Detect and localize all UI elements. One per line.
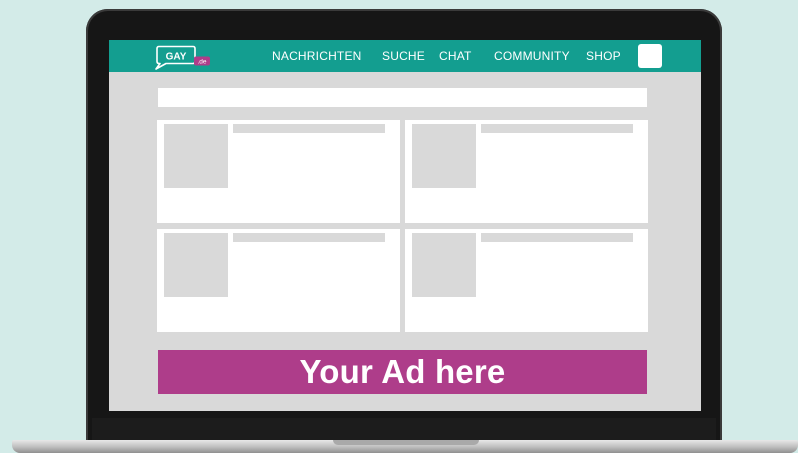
card-title-placeholder	[481, 124, 633, 133]
card-title-placeholder	[481, 233, 633, 242]
content-card[interactable]	[405, 120, 648, 223]
nav-menu-button[interactable]	[638, 44, 662, 68]
card-thumbnail	[164, 124, 228, 188]
speech-bubble-logo-icon[interactable]: GAY .de	[154, 44, 218, 70]
logo-text: GAY	[166, 52, 187, 63]
card-thumbnail	[412, 233, 476, 297]
laptop-screen: GAY .de NACHRICHTEN SUCHE CHAT COMMUNITY…	[109, 40, 701, 411]
nav-item-suche[interactable]: SUCHE	[382, 49, 425, 63]
ad-banner[interactable]: Your Ad here	[158, 350, 647, 394]
site-navbar: GAY .de NACHRICHTEN SUCHE CHAT COMMUNITY…	[109, 40, 701, 72]
nav-item-chat[interactable]: CHAT	[439, 49, 472, 63]
logo-badge-text: .de	[197, 59, 206, 66]
content-card[interactable]	[157, 229, 400, 332]
search-bar-placeholder[interactable]	[158, 88, 647, 107]
laptop-base-notch	[333, 440, 479, 445]
card-title-placeholder	[233, 233, 385, 242]
nav-item-shop[interactable]: SHOP	[586, 49, 621, 63]
nav-item-nachrichten[interactable]: NACHRICHTEN	[272, 49, 362, 63]
card-title-placeholder	[233, 124, 385, 133]
content-card[interactable]	[405, 229, 648, 332]
content-card[interactable]	[157, 120, 400, 223]
laptop-chin	[92, 418, 716, 440]
card-thumbnail	[412, 124, 476, 188]
card-thumbnail	[164, 233, 228, 297]
nav-item-community[interactable]: COMMUNITY	[494, 49, 570, 63]
